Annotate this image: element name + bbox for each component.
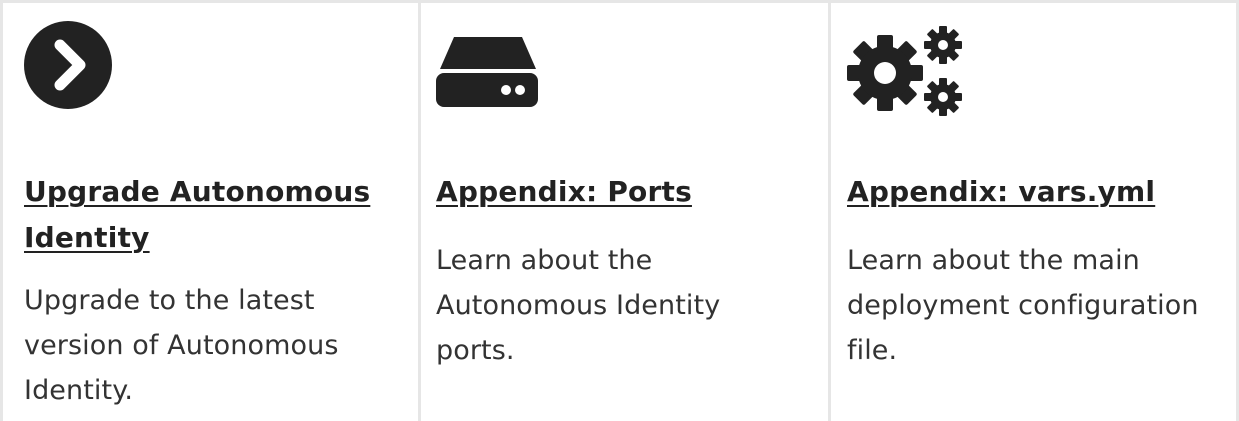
gears-icon	[847, 26, 962, 116]
card-icon-wrap	[24, 21, 396, 123]
server-drive-icon	[436, 37, 538, 107]
card-ports: Appendix: Ports Learn about the Autonomo…	[418, 3, 828, 421]
card-grid: Upgrade Autonomous Identity Upgrade to t…	[0, 0, 1239, 421]
card-upgrade: Upgrade Autonomous Identity Upgrade to t…	[0, 3, 418, 421]
card-description: Learn about the Autonomous Identity port…	[436, 245, 721, 366]
chevron-circle-right-icon	[24, 21, 112, 109]
card-title-link[interactable]: Appendix: vars.yml	[847, 169, 1155, 215]
card-title-link[interactable]: Upgrade Autonomous Identity	[24, 169, 384, 261]
card-title-link[interactable]: Appendix: Ports	[436, 169, 692, 215]
card-icon-wrap	[847, 21, 1214, 123]
card-icon-wrap	[436, 21, 806, 123]
card-vars: Appendix: vars.yml Learn about the main …	[828, 3, 1239, 421]
card-description: Upgrade to the latest version of Autonom…	[24, 285, 339, 406]
card-description: Learn about the main deployment configur…	[847, 245, 1199, 366]
